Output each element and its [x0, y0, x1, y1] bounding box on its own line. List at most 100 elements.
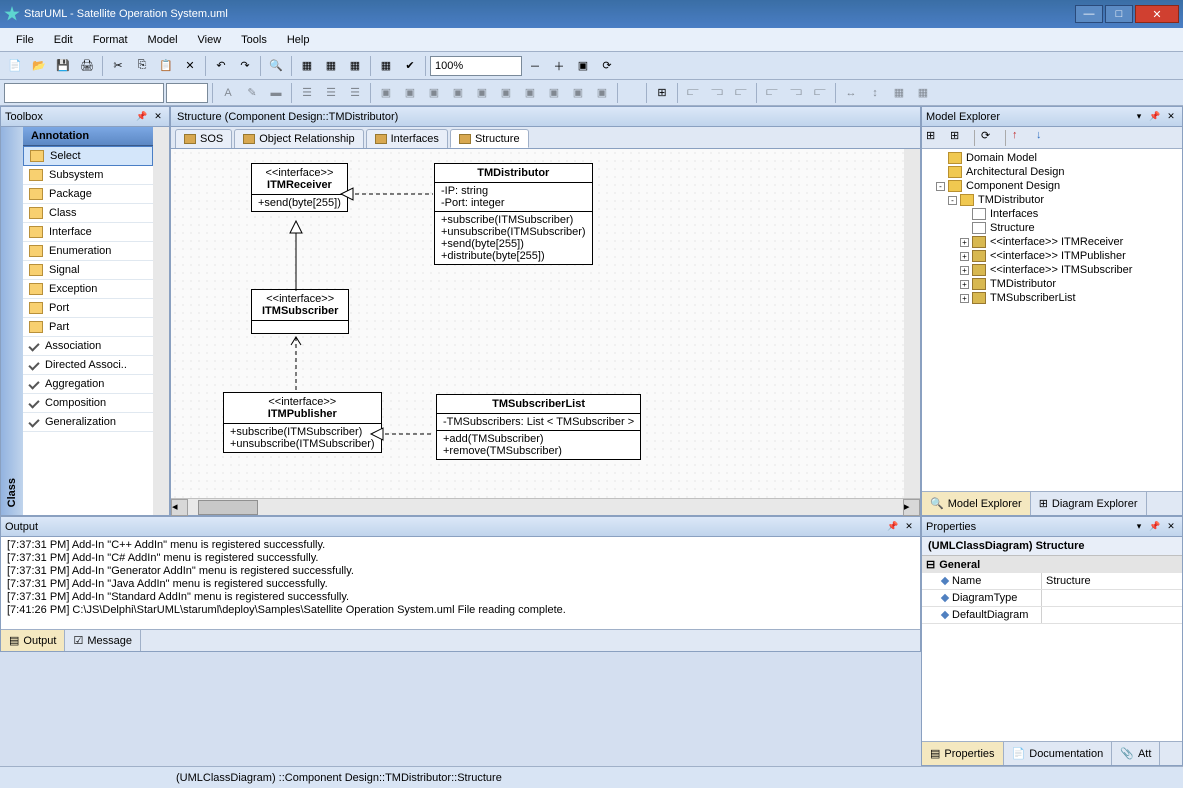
minimize-button[interactable]: — — [1075, 5, 1103, 23]
save-icon[interactable]: 💾 — [52, 55, 74, 77]
toolbox-category-tab[interactable]: Class — [1, 127, 23, 515]
toolbox-category-header[interactable]: Annotation — [23, 127, 153, 146]
toolbox-item-class[interactable]: Class — [23, 204, 153, 223]
align-top-icon[interactable]: ⫍ — [761, 82, 783, 104]
delete-icon[interactable]: ✕ — [179, 55, 201, 77]
tool-icon[interactable]: ▦ — [296, 55, 318, 77]
close-panel-icon[interactable]: ✕ — [1164, 110, 1178, 124]
toolbox-item-association[interactable]: Association — [23, 337, 153, 356]
layout2-icon[interactable]: ▣ — [399, 82, 421, 104]
check-icon[interactable]: ✔ — [399, 55, 421, 77]
dist-v-icon[interactable]: ↕ — [864, 82, 886, 104]
layout9-icon[interactable]: ▣ — [567, 82, 589, 104]
close-panel-icon[interactable]: ✕ — [151, 110, 165, 124]
toolbox-item-enumeration[interactable]: Enumeration — [23, 242, 153, 261]
layout10-icon[interactable]: ▣ — [591, 82, 613, 104]
fontsize-select[interactable] — [166, 83, 208, 103]
tab-message[interactable]: ☑Message — [65, 630, 141, 651]
align-bottom-icon[interactable]: ⫍ — [809, 82, 831, 104]
property-row[interactable]: DiagramType — [922, 590, 1182, 607]
undo-icon[interactable]: ↶ — [210, 55, 232, 77]
layout7-icon[interactable]: ▣ — [519, 82, 541, 104]
tree-toggle-icon[interactable]: + — [960, 266, 969, 275]
tree-node[interactable]: -TMDistributor — [924, 193, 1180, 207]
group-icon[interactable]: ▦ — [888, 82, 910, 104]
class-itmreceiver[interactable]: <<interface>>ITMReceiver +send(byte[255]… — [251, 163, 348, 212]
new-icon[interactable]: 📄 — [4, 55, 26, 77]
align2-icon[interactable]: ☰ — [320, 82, 342, 104]
tree-node[interactable]: Domain Model — [924, 151, 1180, 165]
up-arrow-icon[interactable]: ↑ — [1012, 129, 1030, 147]
paste-icon[interactable]: 📋 — [155, 55, 177, 77]
align-left-icon[interactable]: ⫍ — [682, 82, 704, 104]
class-itmsubscriber[interactable]: <<interface>>ITMSubscriber — [251, 289, 349, 334]
toolbox-item-part[interactable]: Part — [23, 318, 153, 337]
redo-icon[interactable]: ↷ — [234, 55, 256, 77]
toolbox-item-generalization[interactable]: Generalization — [23, 413, 153, 432]
align-middle-icon[interactable]: ⫎ — [785, 82, 807, 104]
tree-toggle-icon[interactable]: + — [960, 238, 969, 247]
fill-color-icon[interactable]: ▬ — [265, 82, 287, 104]
class-tmsubscriberlist[interactable]: TMSubscriberList -TMSubscribers: List < … — [436, 394, 641, 460]
open-icon[interactable]: 📂 — [28, 55, 50, 77]
tree-node[interactable]: +<<interface>> ITMPublisher — [924, 249, 1180, 263]
layout3-icon[interactable]: ▣ — [423, 82, 445, 104]
tree-toggle-icon[interactable]: + — [960, 280, 969, 289]
diagram-canvas[interactable]: <<interface>>ITMReceiver +send(byte[255]… — [171, 149, 904, 498]
font-select[interactable] — [4, 83, 164, 103]
tree-node[interactable]: -Component Design — [924, 179, 1180, 193]
tab-model-explorer[interactable]: 🔍Model Explorer — [922, 492, 1031, 515]
menu-file[interactable]: File — [8, 32, 42, 48]
toolbox-item-exception[interactable]: Exception — [23, 280, 153, 299]
pin-icon[interactable]: 📌 — [1148, 110, 1162, 124]
tab-attachments[interactable]: 📎Att — [1112, 742, 1160, 765]
align-right-icon[interactable]: ⫍ — [730, 82, 752, 104]
tab-properties[interactable]: ▤Properties — [922, 742, 1004, 765]
tool4-icon[interactable]: ▦ — [375, 55, 397, 77]
tree-toggle-icon[interactable]: + — [960, 252, 969, 261]
close-button[interactable]: ✕ — [1135, 5, 1179, 23]
tree-toggle-icon[interactable]: - — [936, 182, 945, 191]
tree-toggle-icon[interactable]: + — [960, 294, 969, 303]
tool-icon[interactable]: ⊞ — [926, 129, 944, 147]
toolbox-item-interface[interactable]: Interface — [23, 223, 153, 242]
maximize-button[interactable]: □ — [1105, 5, 1133, 23]
layout6-icon[interactable]: ▣ — [495, 82, 517, 104]
tree-node[interactable]: Interfaces — [924, 207, 1180, 221]
refresh-icon[interactable]: ⟳ — [596, 55, 618, 77]
toolbox-item-directed-associ--[interactable]: Directed Associ.. — [23, 356, 153, 375]
pin-icon[interactable]: 📌 — [886, 520, 900, 534]
layout8-icon[interactable]: ▣ — [543, 82, 565, 104]
toolbox-item-aggregation[interactable]: Aggregation — [23, 375, 153, 394]
toolbox-item-composition[interactable]: Composition — [23, 394, 153, 413]
diagram-tool-icon[interactable]: ⊞ — [651, 82, 673, 104]
toolbox-scrollbar[interactable] — [153, 127, 169, 515]
close-panel-icon[interactable]: ✕ — [1164, 520, 1178, 534]
refresh-icon[interactable]: ⟳ — [981, 129, 999, 147]
class-tmdistributor[interactable]: TMDistributor -IP: string -Port: integer… — [434, 163, 593, 265]
layout1-icon[interactable]: ▣ — [375, 82, 397, 104]
toolbox-item-package[interactable]: Package — [23, 185, 153, 204]
zoom-select[interactable]: 100% — [430, 56, 522, 76]
tab-documentation[interactable]: 📄Documentation — [1004, 742, 1113, 765]
class-itmpublisher[interactable]: <<interface>>ITMPublisher +subscribe(ITM… — [223, 392, 382, 453]
tree-node[interactable]: +<<interface>> ITMSubscriber — [924, 263, 1180, 277]
menu-model[interactable]: Model — [140, 32, 186, 48]
tab-diagram-explorer[interactable]: ⊞Diagram Explorer — [1031, 492, 1147, 515]
print-icon[interactable]: 🖨 — [76, 55, 98, 77]
close-panel-icon[interactable]: ✕ — [902, 520, 916, 534]
tool2-icon[interactable]: ▦ — [320, 55, 342, 77]
down-arrow-icon[interactable]: ↓ — [1036, 129, 1054, 147]
font-color-icon[interactable]: A — [217, 82, 239, 104]
tool-icon[interactable]: ⊞ — [950, 129, 968, 147]
tab-output[interactable]: ▤Output — [1, 630, 65, 651]
canvas-scrollbar-v[interactable] — [904, 149, 920, 498]
toolbox-item-port[interactable]: Port — [23, 299, 153, 318]
tree-node[interactable]: Architectural Design — [924, 165, 1180, 179]
diagram-tab-interfaces[interactable]: Interfaces — [366, 129, 448, 148]
zoom-in-icon[interactable]: ＋ — [548, 55, 570, 77]
tree-toggle-icon[interactable]: - — [948, 196, 957, 205]
tree-node[interactable]: Structure — [924, 221, 1180, 235]
zoom-out-icon[interactable]: － — [524, 55, 546, 77]
tool3-icon[interactable]: ▦ — [344, 55, 366, 77]
